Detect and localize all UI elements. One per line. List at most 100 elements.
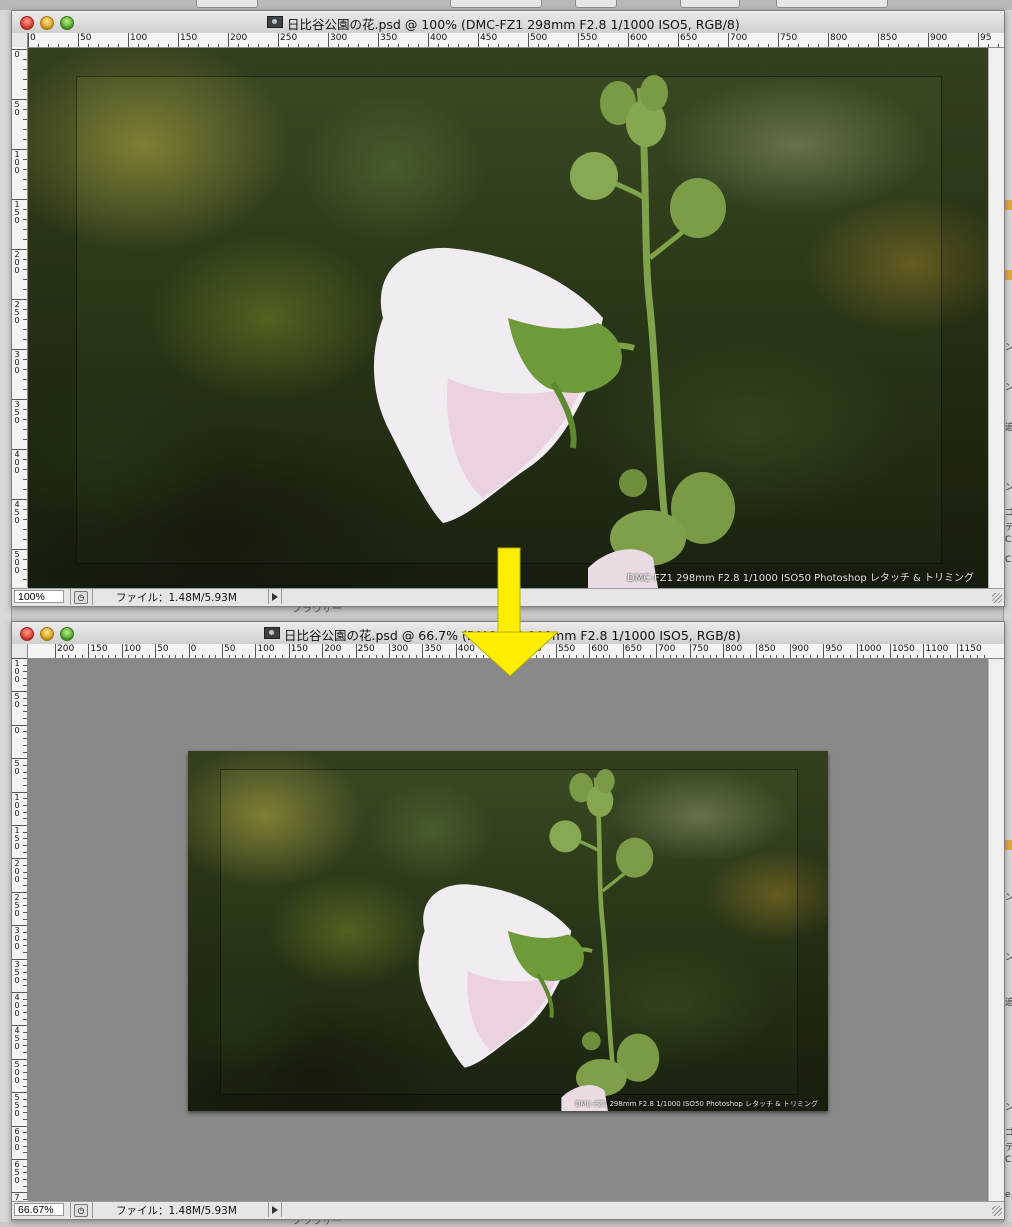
panel-glyph: C xyxy=(1005,535,1012,545)
file-size-info: ファイル：1.48M/5.93M xyxy=(116,1205,237,1217)
ruler-minor-tick xyxy=(908,44,909,47)
zoom-level-field[interactable]: 66.67% xyxy=(14,1203,64,1216)
ruler-minor-tick xyxy=(23,1072,27,1074)
ruler-major-tick xyxy=(923,644,925,658)
ruler-minor-tick xyxy=(158,44,159,47)
ruler-minor-tick xyxy=(898,44,899,47)
ruler-label: 450 xyxy=(14,500,20,525)
ruler-minor-tick xyxy=(758,44,759,47)
ruler-minor-tick xyxy=(148,44,149,47)
document-window-66[interactable]: 日比谷公園の花.psd @ 66.7% (DMC-FZ1 298mm F2.8 … xyxy=(11,621,1005,1220)
canvas-area[interactable]: DMC-FZ1 298mm F2.8 1/1000 ISO50 Photosho… xyxy=(28,659,988,1201)
ruler-minor-tick xyxy=(588,44,589,47)
ruler-major-tick xyxy=(422,644,424,658)
minimize-icon[interactable] xyxy=(40,16,54,30)
ruler-minor-tick xyxy=(23,718,27,720)
zoom-level-field[interactable]: 100% xyxy=(14,590,64,603)
ruler-minor-tick xyxy=(669,655,671,658)
ruler-minor-tick xyxy=(708,44,709,47)
ruler-minor-tick xyxy=(23,945,27,947)
photo-image[interactable]: DMC-FZ1 298mm F2.8 1/1000 ISO50 Photosho… xyxy=(188,751,828,1111)
photo-image[interactable]: DMC-FZ1 298mm F2.8 1/1000 ISO50 Photosho… xyxy=(28,48,988,588)
ruler-minor-tick xyxy=(648,44,649,47)
vertical-scrollbar[interactable] xyxy=(988,659,1004,1201)
zoom-window-icon[interactable] xyxy=(60,627,74,641)
vertical-scrollbar[interactable] xyxy=(988,48,1004,588)
ruler-minor-tick xyxy=(976,655,978,658)
status-popup-arrow-icon[interactable] xyxy=(268,1202,282,1217)
ruler-minor-tick xyxy=(688,44,689,47)
document-window-100[interactable]: 日比谷公園の花.psd @ 100% (DMC-FZ1 298mm F2.8 1… xyxy=(11,10,1005,607)
ruler-minor-tick xyxy=(608,44,609,47)
ruler-minor-tick xyxy=(295,655,297,658)
ruler-label: 150 xyxy=(180,33,198,43)
ruler-minor-tick xyxy=(418,44,419,47)
ruler-minor-tick xyxy=(23,798,27,800)
vertical-ruler[interactable]: 100 50 0 50 100 150 200 250 300 350 400 450 500 550 60… xyxy=(12,658,28,1200)
ruler-label: 300 xyxy=(14,926,20,952)
ruler-label: 50 xyxy=(80,33,92,43)
ruler-minor-tick xyxy=(23,529,27,530)
ruler-minor-tick xyxy=(23,179,27,180)
ruler-minor-tick xyxy=(198,44,199,47)
canvas-area[interactable]: DMC-FZ1 298mm F2.8 1/1000 ISO50 Photosho… xyxy=(28,48,988,588)
ruler-label: 1050 xyxy=(892,644,915,654)
status-popup-arrow-icon[interactable] xyxy=(268,589,282,604)
panel-glyph: テ xyxy=(1005,520,1012,533)
ruler-minor-tick xyxy=(23,684,27,686)
status-menu-icon[interactable]: ◷ xyxy=(74,591,88,604)
ruler-label: 0 xyxy=(190,644,197,654)
ruler-minor-tick xyxy=(702,655,704,658)
ruler-minor-tick xyxy=(508,44,509,47)
ruler-minor-tick xyxy=(23,119,27,120)
ruler-origin[interactable] xyxy=(12,33,28,48)
ruler-label: 50 xyxy=(224,644,236,654)
minimize-icon[interactable] xyxy=(40,627,54,641)
ruler-minor-tick xyxy=(23,1085,27,1087)
horizontal-ruler[interactable]: 0 50 100 150 200 250 300 350 400 450 500 550 600 650 7… xyxy=(28,33,1004,48)
ruler-minor-tick xyxy=(930,655,932,658)
status-menu-icon[interactable]: ◷ xyxy=(74,1204,88,1217)
ruler-minor-tick xyxy=(23,838,27,840)
close-icon[interactable] xyxy=(20,627,34,641)
ruler-minor-tick xyxy=(23,1018,27,1020)
ruler-minor-tick xyxy=(23,169,27,170)
zoom-window-icon[interactable] xyxy=(60,16,74,30)
ruler-minor-tick xyxy=(576,655,578,658)
ruler-minor-tick xyxy=(23,985,27,987)
ruler-minor-tick xyxy=(23,1065,27,1067)
ruler-minor-tick xyxy=(729,655,731,658)
ruler-label: 100 xyxy=(130,33,148,43)
ruler-label: 400 xyxy=(14,450,20,475)
ruler-minor-tick xyxy=(23,109,27,110)
ruler-minor-tick xyxy=(23,778,27,780)
ruler-minor-tick xyxy=(569,655,571,658)
ruler-label: 0 xyxy=(14,50,20,59)
photo-caption: DMC-FZ1 298mm F2.8 1/1000 ISO50 Photosho… xyxy=(575,1100,818,1108)
ruler-minor-tick xyxy=(863,655,865,658)
ruler-minor-tick xyxy=(938,44,939,47)
ruler-minor-tick xyxy=(968,44,969,47)
resize-grip-icon[interactable] xyxy=(992,1206,1002,1216)
ruler-label: 350 xyxy=(380,33,398,43)
close-icon[interactable] xyxy=(20,16,34,30)
ruler-label: 550 xyxy=(580,33,598,43)
ruler-minor-tick xyxy=(248,655,250,658)
ruler-minor-tick xyxy=(818,44,819,47)
ruler-minor-tick xyxy=(23,409,27,410)
ruler-minor-tick xyxy=(638,44,639,47)
ruler-label: 600 xyxy=(630,33,648,43)
ruler-minor-tick xyxy=(23,209,27,210)
ruler-label: 1150 xyxy=(958,644,982,654)
ruler-minor-tick xyxy=(258,44,259,47)
ruler-major-tick xyxy=(288,644,290,658)
ruler-major-tick xyxy=(228,33,229,47)
resize-grip-icon[interactable] xyxy=(992,593,1002,603)
ruler-minor-tick xyxy=(188,44,189,47)
ruler-label: 150 xyxy=(14,200,20,225)
ruler-origin[interactable] xyxy=(12,644,28,659)
ruler-minor-tick xyxy=(302,655,304,658)
ruler-minor-tick xyxy=(23,711,27,713)
window-titlebar[interactable]: 日比谷公園の花.psd @ 100% (DMC-FZ1 298mm F2.8 1… xyxy=(12,11,1004,34)
vertical-ruler[interactable]: 050100150200250300350400450500550 xyxy=(12,47,28,587)
